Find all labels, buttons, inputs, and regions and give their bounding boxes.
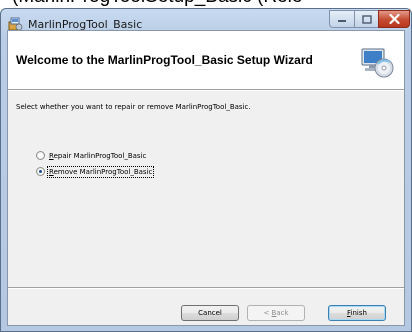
repair-radio[interactable] — [36, 151, 45, 160]
instruction-text: Select whether you want to repair or rem… — [16, 103, 251, 111]
banner-divider — [8, 90, 404, 91]
back-label-rest: ack — [276, 309, 289, 317]
close-button[interactable] — [378, 10, 410, 28]
cancel-button[interactable]: Cancel — [181, 305, 239, 321]
background-window-caption: (MarlinProgToolSetup_Basic (Rele — [0, 0, 412, 8]
remove-radio[interactable] — [36, 167, 45, 176]
minimize-button[interactable] — [329, 10, 355, 28]
maximize-icon — [361, 14, 372, 24]
remove-option[interactable]: Remove MarlinProgTool_Basic — [36, 165, 155, 178]
back-button[interactable]: < Back — [247, 305, 305, 321]
button-area-separator — [8, 287, 404, 289]
remove-label[interactable]: Remove MarlinProgTool_Basic — [46, 165, 155, 178]
repair-option[interactable]: Repair MarlinProgTool_Basic — [36, 151, 146, 160]
maximize-button[interactable] — [354, 10, 379, 28]
remove-label-rest: emove MarlinProgTool_Basic — [53, 167, 153, 176]
dialog-client-area: Welcome to the MarlinProgTool_Basic Setu… — [7, 30, 405, 326]
minimize-icon — [338, 20, 346, 22]
close-icon — [388, 14, 400, 24]
computer-disc-icon — [360, 45, 394, 79]
setup-window: MarlinProgTool_Basic Welcome to the Marl… — [0, 8, 412, 332]
wizard-banner: Welcome to the MarlinProgTool_Basic Setu… — [8, 31, 404, 90]
background-window-caption-text: (MarlinProgToolSetup_Basic (Rele — [12, 0, 302, 8]
finish-label-rest: inish — [350, 309, 367, 317]
back-prefix: < — [263, 309, 272, 317]
page-title: Welcome to the MarlinProgTool_Basic Setu… — [16, 53, 313, 67]
repair-label[interactable]: Repair MarlinProgTool_Basic — [49, 152, 146, 160]
finish-button[interactable]: Finish — [328, 305, 386, 321]
repair-label-rest: epair MarlinProgTool_Basic — [53, 151, 147, 160]
